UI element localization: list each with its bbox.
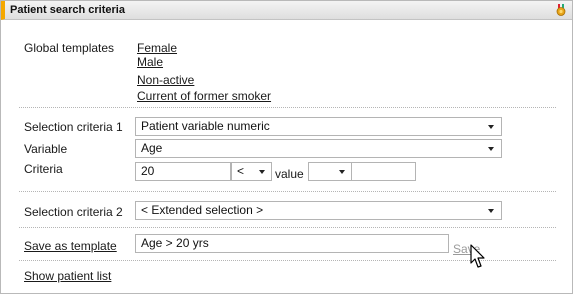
panel-titlebar: Patient search criteria [1, 1, 572, 20]
global-templates-label: Global templates [24, 41, 115, 55]
show-patient-list-link[interactable]: Show patient list [24, 269, 111, 283]
criteria-number-input[interactable]: 20 [135, 162, 231, 181]
criteria-number-value: 20 [141, 164, 155, 178]
selection-criteria-2-select[interactable]: < Extended selection > [135, 201, 502, 220]
selection-criteria-2-value: < Extended selection > [141, 203, 264, 217]
variable-value: Age [141, 141, 163, 155]
patient-search-panel: Patient search criteria Global templates… [0, 0, 573, 294]
separator [19, 107, 556, 108]
selection-criteria-1-value: Patient variable numeric [141, 119, 270, 133]
template-name-input[interactable]: Age > 20 yrs [135, 234, 449, 253]
medal-icon[interactable] [555, 4, 567, 16]
template-link-female[interactable]: Female [137, 41, 177, 55]
panel-title: Patient search criteria [10, 4, 125, 16]
variable-select[interactable]: Age [135, 139, 502, 158]
chevron-down-icon [259, 170, 265, 174]
variable-label: Variable [24, 142, 68, 156]
operator-value: < [237, 164, 245, 178]
template-link-smoker[interactable]: Current of former smoker [137, 89, 271, 103]
selection-criteria-1-label: Selection criteria 1 [24, 120, 123, 134]
template-name-value: Age > 20 yrs [141, 236, 209, 250]
selection-criteria-2-label: Selection criteria 2 [24, 205, 123, 219]
save-as-template-link[interactable]: Save as template [24, 239, 117, 253]
criteria-label: Criteria [24, 162, 63, 176]
value-label: value [275, 167, 304, 181]
chevron-down-icon [488, 125, 494, 129]
mouse-pointer-icon [470, 244, 485, 268]
chevron-down-icon [488, 147, 494, 151]
chevron-down-icon [488, 209, 494, 213]
separator [19, 191, 556, 192]
chevron-down-icon [339, 170, 345, 174]
value-select[interactable] [308, 162, 353, 181]
value-input[interactable] [351, 162, 416, 181]
template-link-male[interactable]: Male [137, 55, 163, 69]
operator-select[interactable]: < [231, 162, 272, 181]
template-link-non-active[interactable]: Non-active [137, 73, 194, 87]
selection-criteria-1-select[interactable]: Patient variable numeric [135, 117, 502, 136]
separator [19, 227, 556, 228]
